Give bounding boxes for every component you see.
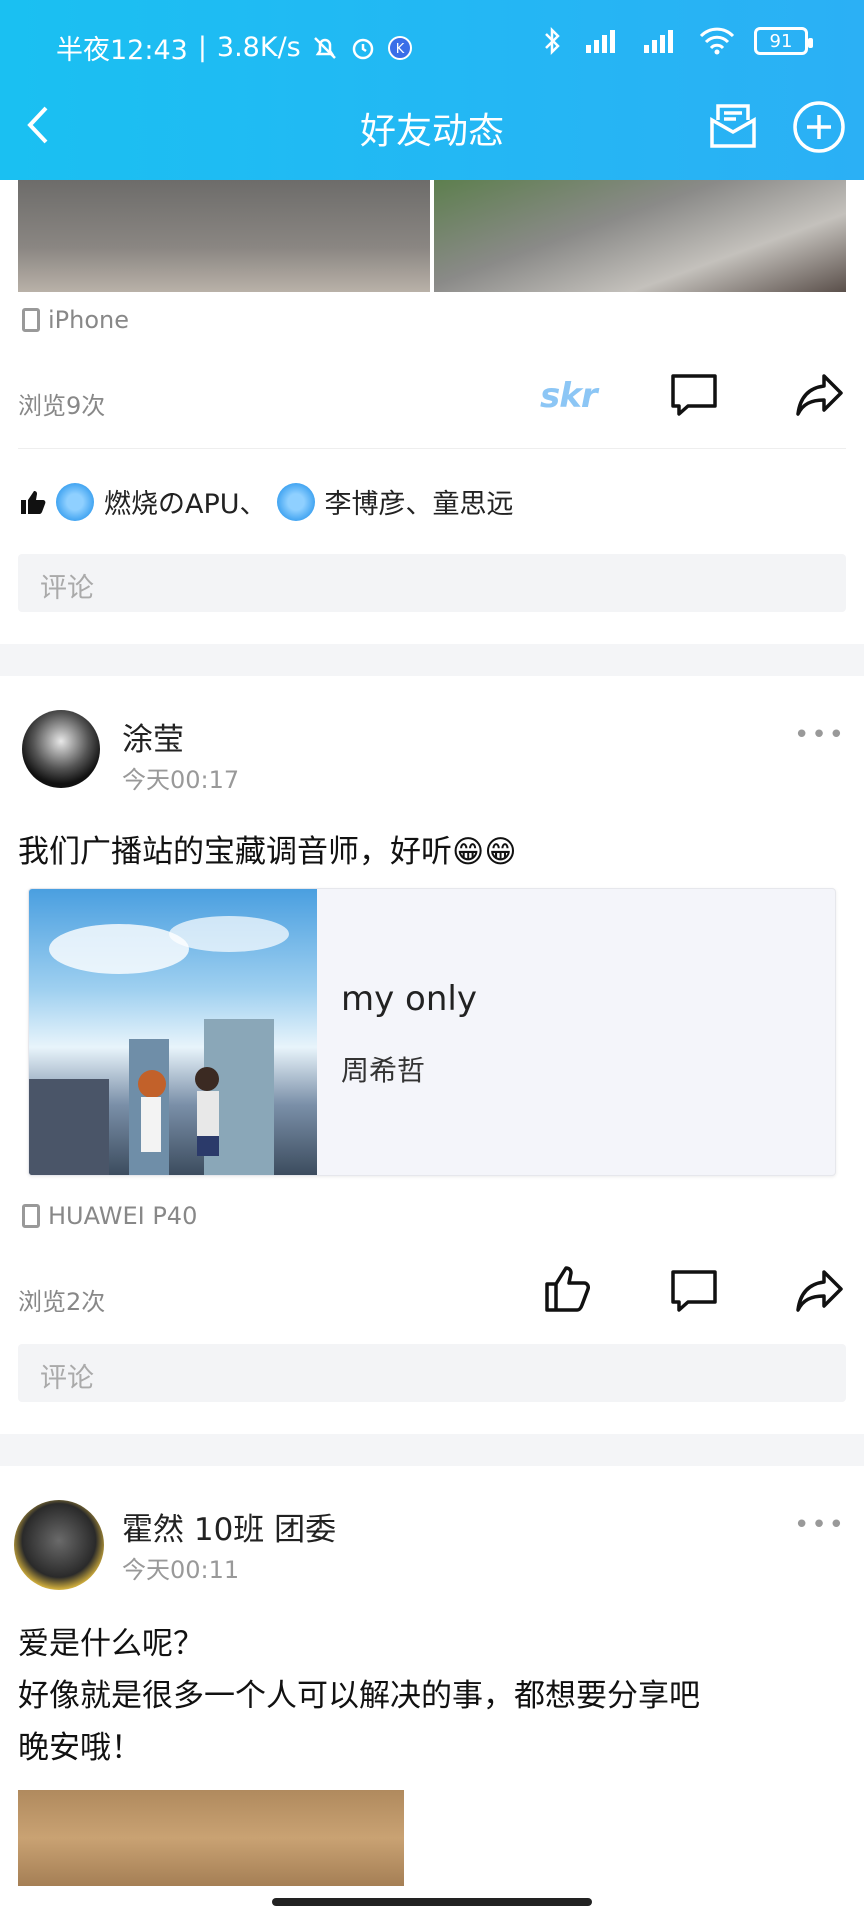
bluetooth-icon	[545, 26, 560, 56]
battery-indicator: 91	[754, 27, 813, 55]
music-card[interactable]: my only 周希哲	[28, 888, 836, 1176]
add-circle-icon[interactable]	[790, 98, 848, 156]
share-icon[interactable]	[794, 1264, 846, 1316]
album-art	[29, 889, 317, 1175]
post-text-line: 晚安哦！	[18, 1730, 142, 1766]
mailbox-icon[interactable]	[704, 98, 762, 156]
status-bar-right: 91	[542, 26, 813, 56]
app-header: 半夜12:43 | 3.8K/s K 91 好友动态	[0, 0, 864, 180]
device-label: iPhone	[22, 306, 129, 334]
liker-names[interactable]: 李博彦、童思远	[325, 482, 514, 521]
wifi-icon	[699, 27, 735, 55]
user-avatar[interactable]	[22, 710, 100, 788]
home-indicator[interactable]	[272, 1898, 592, 1906]
status-time: 半夜12:43	[56, 35, 188, 66]
mute-bell-icon	[313, 36, 336, 59]
svg-text:K: K	[395, 42, 404, 57]
post-text: 我们广播站的宝藏调音师，好听😁😁	[18, 834, 517, 870]
comment-input[interactable]: 评论	[18, 1344, 846, 1402]
liker-avatar[interactable]	[56, 482, 94, 521]
post-text-line: 好像就是很多一个人可以解决的事，都想要分享吧	[18, 1678, 700, 1714]
comment-input[interactable]: 评论	[18, 554, 846, 612]
user-name[interactable]: 涂莹	[122, 714, 184, 759]
post-time: 今天00:11	[122, 1556, 240, 1584]
view-count: 浏览2次	[18, 1288, 106, 1316]
more-options-icon[interactable]: •••	[794, 720, 846, 750]
view-count: 浏览9次	[18, 392, 106, 420]
skr-reaction-button[interactable]: skr	[540, 376, 598, 416]
share-icon[interactable]	[794, 368, 846, 420]
app-notify-icon: K	[387, 35, 412, 60]
device-label: HUAWEI P40	[22, 1202, 197, 1230]
post-separator	[0, 644, 864, 676]
alarm-icon	[352, 38, 373, 59]
liker-name[interactable]: 燃烧のAPU、	[104, 482, 267, 521]
song-title: my only	[341, 979, 477, 1019]
post-photo[interactable]	[18, 1790, 404, 1886]
likes-row: 燃烧のAPU、 李博彦、童思远	[18, 482, 514, 521]
thumbs-up-filled-icon	[21, 490, 46, 514]
liker-avatar[interactable]	[276, 482, 315, 521]
signal-icon	[644, 30, 673, 53]
comment-icon[interactable]	[668, 1264, 720, 1316]
more-options-icon[interactable]: •••	[794, 1510, 846, 1540]
post-separator	[0, 1434, 864, 1466]
comment-icon[interactable]	[668, 368, 720, 420]
post-photo[interactable]	[434, 180, 846, 292]
post-photo[interactable]	[18, 180, 430, 292]
signal-hd-icon	[586, 30, 615, 53]
song-artist: 周希哲	[341, 1054, 426, 1087]
phone-icon	[22, 1204, 40, 1228]
status-bar-left: 半夜12:43 | 3.8K/s K	[56, 28, 413, 67]
status-network-speed: 3.8K/s	[216, 32, 301, 63]
post-text-line: 爱是什么呢？	[18, 1626, 204, 1662]
like-icon[interactable]	[542, 1262, 594, 1314]
album-art-image	[29, 916, 289, 1175]
user-name[interactable]: 霍然 10班 团委	[122, 1504, 336, 1549]
phone-icon	[22, 308, 40, 332]
user-avatar[interactable]	[14, 1500, 104, 1590]
divider	[18, 448, 846, 449]
post-time: 今天00:17	[122, 766, 240, 794]
